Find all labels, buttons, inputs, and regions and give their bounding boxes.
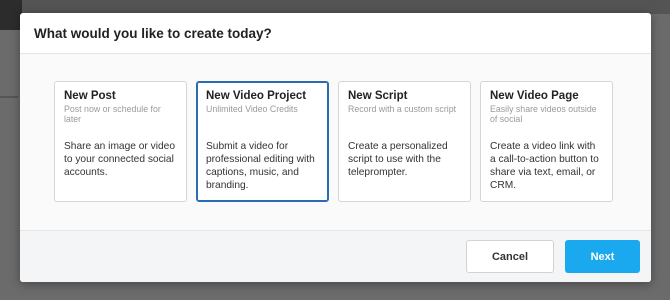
background-divider	[0, 96, 18, 98]
card-description: Create a video link with a call-to-actio…	[490, 141, 599, 191]
create-dialog: What would you like to create today? New…	[20, 13, 651, 282]
cancel-button[interactable]: Cancel	[466, 240, 554, 273]
card-title: New Script	[348, 90, 408, 102]
option-card-new-video-page[interactable]: New Video Page Easily share videos outsi…	[480, 81, 613, 202]
card-title: New Post	[64, 90, 116, 102]
option-card-new-post[interactable]: New Post Post now or schedule for later …	[54, 81, 187, 202]
card-title: New Video Page	[490, 90, 579, 102]
create-options: New Post Post now or schedule for later …	[54, 81, 622, 202]
card-title: New Video Project	[206, 90, 307, 102]
dialog-header: What would you like to create today?	[20, 13, 651, 54]
card-description: Create a personalized script to use with…	[348, 141, 448, 178]
dialog-title: What would you like to create today?	[34, 25, 272, 41]
card-subtitle: Unlimited Video Credits	[206, 104, 298, 114]
background-header-strip	[0, 0, 670, 14]
dialog-body: New Post Post now or schedule for later …	[20, 54, 651, 230]
option-card-new-script[interactable]: New Script Record with a custom script C…	[338, 81, 471, 202]
card-subtitle: Easily share videos outside of social	[490, 104, 597, 124]
option-card-new-video-project[interactable]: New Video Project Unlimited Video Credit…	[196, 81, 329, 202]
card-subtitle: Record with a custom script	[348, 104, 457, 114]
next-button[interactable]: Next	[565, 240, 640, 273]
background-thumbnail	[0, 0, 22, 30]
card-subtitle: Post now or schedule for later	[64, 104, 161, 124]
card-description: Submit a video for professional editing …	[206, 141, 315, 191]
card-description: Share an image or video to your connecte…	[64, 141, 175, 178]
dialog-footer: Cancel Next	[20, 230, 651, 282]
